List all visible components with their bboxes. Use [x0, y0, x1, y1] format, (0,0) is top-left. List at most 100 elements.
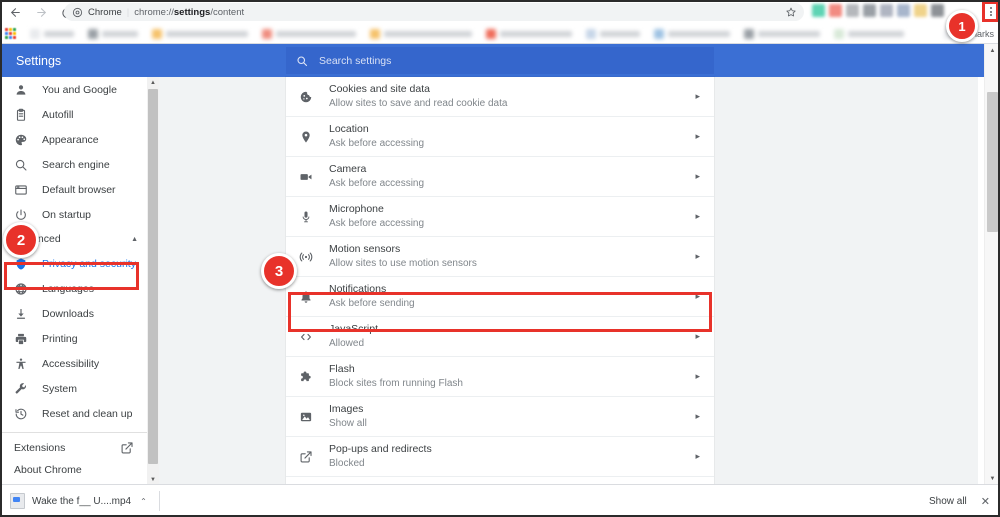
external-link-icon	[298, 449, 313, 464]
search-input[interactable]: Search settings	[286, 47, 714, 74]
bookmark-item[interactable]	[262, 28, 356, 39]
content-setting-row[interactable]: Images Show all ▸	[286, 397, 714, 437]
setting-subtitle: Block sites from running Flash	[329, 378, 463, 389]
omnibox-chrome-label: Chrome	[88, 6, 122, 18]
sidebar-item-system[interactable]: System	[0, 376, 148, 401]
extension-icon-8[interactable]	[931, 4, 944, 17]
clipboard-icon	[14, 108, 28, 122]
location-pin-icon	[298, 129, 313, 144]
chevron-right-icon[interactable]: ▸	[695, 371, 700, 382]
setting-subtitle: Ask before accessing	[329, 138, 425, 149]
chevron-right-icon[interactable]: ▸	[695, 291, 700, 302]
sidebar-item-default-browser[interactable]: Default browser	[0, 177, 148, 202]
download-item[interactable]: Wake the f__ U....mp4 ⌃	[10, 493, 147, 509]
setting-title: Camera	[329, 163, 367, 175]
sidebar-item-downloads[interactable]: Downloads	[0, 301, 148, 326]
page-scroll-up-arrow-icon[interactable]: ▲	[985, 44, 1000, 57]
sidebar-divider	[0, 432, 148, 433]
chevron-right-icon[interactable]: ▸	[695, 451, 700, 462]
bookmark-item[interactable]	[370, 28, 472, 39]
omnibox-url: chrome://settings/content	[134, 7, 244, 18]
star-icon[interactable]	[786, 7, 796, 17]
close-icon[interactable]: ✕	[981, 495, 990, 508]
sidebar-item-you-and-google[interactable]: You and Google	[0, 77, 148, 102]
bookmark-favicon-icon	[370, 28, 380, 39]
chevron-right-icon[interactable]: ▸	[695, 211, 700, 222]
content-setting-row[interactable]: Camera Ask before accessing ▸	[286, 157, 714, 197]
back-arrow-icon[interactable]	[4, 1, 26, 23]
three-dot-menu-icon[interactable]	[983, 2, 998, 21]
chevron-right-icon[interactable]: ▸	[695, 251, 700, 262]
chevron-up-icon: ▲	[131, 235, 138, 243]
url-bold-part: settings	[173, 6, 211, 18]
sidebar-item-reset-and-clean-up[interactable]: Reset and clean up	[0, 401, 148, 426]
content-setting-row[interactable]: Notifications Ask before sending ▸	[286, 277, 714, 317]
sidebar-item-search-engine[interactable]: Search engine	[0, 152, 148, 177]
bookmark-item[interactable]	[486, 28, 572, 39]
apps-grid-icon[interactable]	[5, 28, 16, 39]
content-setting-row[interactable]: Microphone Ask before accessing ▸	[286, 197, 714, 237]
content-setting-row[interactable]: Cookies and site data Allow sites to save…	[286, 77, 714, 117]
content-setting-row[interactable]: Location Ask before accessing ▸	[286, 117, 714, 157]
chevron-up-icon[interactable]: ⌃	[140, 497, 147, 506]
bookmark-item[interactable]	[834, 28, 904, 39]
bookmark-item[interactable]	[152, 28, 248, 39]
chrome-page-icon	[72, 7, 83, 18]
bookmark-item[interactable]	[654, 28, 730, 39]
setting-subtitle: Ask before sending	[329, 298, 415, 309]
motion-sensor-icon	[298, 249, 313, 264]
sidebar-item-about-chrome[interactable]: About Chrome	[0, 459, 148, 481]
sidebar-item-label: Appearance	[42, 133, 99, 146]
address-bar[interactable]: Chrome | chrome://settings/content	[64, 3, 804, 21]
show-all-button[interactable]: Show all	[929, 496, 967, 507]
chevron-right-icon[interactable]: ▸	[695, 331, 700, 342]
bookmark-favicon-icon	[586, 28, 596, 39]
extension-icon-5[interactable]	[880, 4, 893, 17]
history-icon	[14, 407, 28, 421]
extension-icon-7[interactable]	[914, 4, 927, 17]
bookmark-favicon-icon	[152, 28, 162, 39]
extension-icon-4[interactable]	[863, 4, 876, 17]
bookmark-item[interactable]	[88, 28, 138, 39]
url-suffix: /content	[210, 6, 245, 18]
extension-icon-2[interactable]	[829, 4, 842, 17]
page-scroll-thumb[interactable]	[987, 92, 998, 232]
bookmark-label	[848, 30, 904, 37]
sidebar-item-accessibility[interactable]: Accessibility	[0, 351, 148, 376]
bookmark-favicon-icon	[486, 28, 496, 39]
sidebar-item-extensions[interactable]: Extensions	[0, 437, 148, 459]
chevron-right-icon[interactable]: ▸	[695, 131, 700, 142]
page-title: Settings	[16, 54, 62, 68]
sidebar-item-label: System	[42, 382, 78, 395]
bookmark-favicon-icon	[262, 28, 272, 39]
content-setting-row[interactable]: Pop-ups and redirects Blocked ▸	[286, 437, 714, 477]
chevron-right-icon[interactable]: ▸	[695, 171, 700, 182]
extension-icon-1[interactable]	[812, 4, 825, 17]
extension-icon-6[interactable]	[897, 4, 910, 17]
extension-tray	[812, 4, 944, 17]
bookmark-item[interactable]	[30, 28, 74, 39]
setting-title: JavaScript	[329, 323, 379, 335]
sidebar-item-appearance[interactable]: Appearance	[0, 127, 148, 152]
sidebar-item-label: Default browser	[42, 183, 116, 196]
sidebar-scrollbar[interactable]: ▲ ▼	[147, 77, 159, 485]
page-scrollbar[interactable]: ▲ ▼	[984, 44, 1000, 485]
search-placeholder: Search settings	[319, 54, 392, 67]
sidebar-item-autofill[interactable]: Autofill	[0, 102, 148, 127]
bookmark-item[interactable]	[744, 28, 820, 39]
external-link-icon	[120, 441, 134, 455]
forward-arrow-icon[interactable]	[30, 1, 52, 23]
content-setting-row[interactable]: JavaScript Allowed ▸	[286, 317, 714, 357]
sidebar-item-languages[interactable]: Languages	[0, 276, 148, 301]
content-setting-row[interactable]: Flash Block sites from running Flash ▸	[286, 357, 714, 397]
content-setting-row[interactable]: Motion sensors Allow sites to use motion …	[286, 237, 714, 277]
extension-icon-3[interactable]	[846, 4, 859, 17]
search-icon	[296, 55, 308, 67]
scroll-up-arrow-icon[interactable]: ▲	[147, 77, 159, 88]
content-settings-card: Cookies and site data Allow sites to save…	[286, 77, 714, 485]
chevron-right-icon[interactable]: ▸	[695, 91, 700, 102]
bookmark-item[interactable]	[586, 28, 640, 39]
sidebar-item-printing[interactable]: Printing	[0, 326, 148, 351]
chevron-right-icon[interactable]: ▸	[695, 411, 700, 422]
sidebar-scroll-thumb[interactable]	[148, 89, 158, 464]
